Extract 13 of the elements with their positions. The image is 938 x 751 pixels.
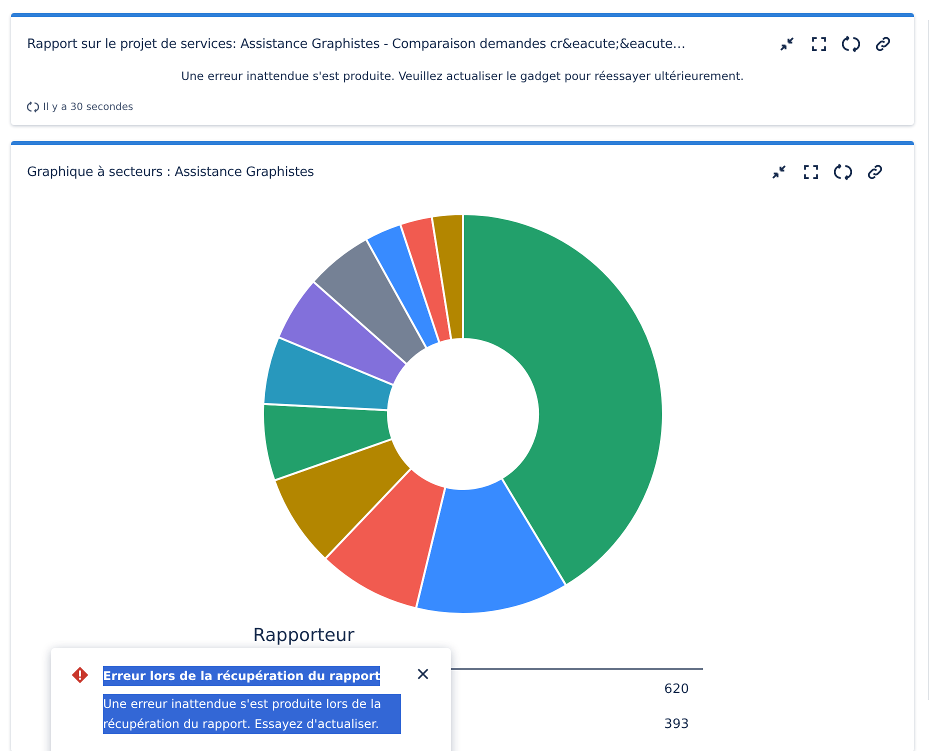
error-icon bbox=[71, 666, 89, 684]
table-cell: 393 bbox=[664, 717, 689, 732]
toast-title: Erreur lors de la récupération du rapport bbox=[103, 666, 380, 686]
gadget-title: Rapport sur le projet de services: Assistance Graphistes - Comparaison demandes cr&eacute;&eacute… bbox=[27, 36, 686, 52]
gadget-title: Graphique à secteurs : Assistance Graphistes bbox=[27, 164, 314, 180]
refresh-icon[interactable] bbox=[832, 161, 854, 183]
toast-message: Une erreur inattendue s'est produite lors de la récupération du rapport. Essayez d'actualiser. bbox=[103, 694, 401, 734]
table-cell: 620 bbox=[664, 682, 689, 697]
refresh-time: Il y a 30 secondes bbox=[43, 102, 134, 112]
refresh-icon[interactable] bbox=[840, 33, 862, 55]
refresh-icon bbox=[27, 101, 39, 113]
close-icon[interactable] bbox=[415, 666, 431, 682]
error-message: Une erreur inattendue s'est produite. Veuillez actualiser le gadget pour réessayer ultérieurement. bbox=[180, 69, 745, 83]
